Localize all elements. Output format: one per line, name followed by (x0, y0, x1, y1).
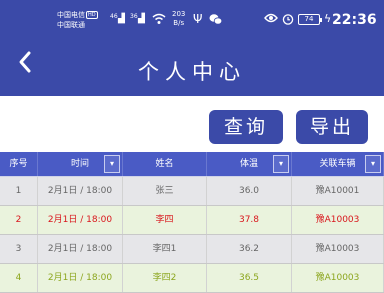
table-cell: 36.0 (207, 177, 292, 205)
carrier-2-name: 中国联通 (57, 21, 85, 29)
net-speed-unit: B/s (173, 19, 185, 27)
table-row[interactable]: 2 2月1日 / 18:00 李四 37.8 豫A10003 (0, 206, 384, 235)
column-header: 时间 ▾ (38, 152, 123, 176)
carrier-1-name: 中国电信 (57, 11, 85, 19)
net-speed: 203 B/s (172, 10, 185, 28)
table-cell: 豫A10003 (292, 206, 384, 234)
battery-indicator: 74 (298, 14, 322, 25)
app-screen: 中国电信 HD 中国联通 46 ▟ 36 ▟ 203 B/s Ψ 74 ϟ 22:… (0, 0, 384, 293)
dropdown-arrow-icon[interactable]: ▾ (365, 155, 381, 173)
column-header-label: 体温 (239, 159, 258, 169)
wechat-icon (209, 13, 223, 27)
table-cell: 豫A10001 (292, 177, 384, 205)
status-bar: 中国电信 HD 中国联通 46 ▟ 36 ▟ 203 B/s Ψ 74 ϟ 22:… (0, 0, 384, 36)
wifi-icon (152, 13, 166, 27)
table-cell: 2月1日 / 18:00 (38, 235, 123, 263)
table-cell: 1 (0, 177, 38, 205)
charging-icon: ϟ (324, 12, 332, 25)
net-speed-value: 203 (172, 10, 186, 18)
column-header-label: 姓名 (155, 159, 174, 169)
hd-badge: HD (86, 11, 98, 19)
table-row[interactable]: 4 2月1日 / 18:00 李四2 36.5 豫A10003 (0, 264, 384, 293)
table-cell: 2 (0, 206, 38, 234)
table-cell: 张三 (123, 177, 207, 205)
signal-2-label: 36 (130, 13, 138, 20)
table-cell: 李四2 (123, 264, 207, 292)
carrier-info: 中国电信 HD 中国联通 (57, 10, 98, 30)
signal-2-icon: ▟ (138, 14, 145, 24)
table-cell: 李四 (123, 206, 207, 234)
query-button[interactable]: 查询 (209, 110, 283, 144)
column-header: 体温 ▾ (207, 152, 292, 176)
status-time: 22:36 (332, 12, 377, 28)
dropdown-arrow-icon[interactable]: ▾ (273, 155, 289, 173)
title-bar: 个人中心 (0, 36, 384, 96)
signal-1-icon: ▟ (118, 14, 125, 24)
eye-icon (264, 13, 278, 25)
table-row[interactable]: 3 2月1日 / 18:00 李四1 36.2 豫A10003 (0, 235, 384, 264)
table-cell: 3 (0, 235, 38, 263)
table-cell: 2月1日 / 18:00 (38, 264, 123, 292)
table-row[interactable]: 1 2月1日 / 18:00 张三 36.0 豫A10001 (0, 177, 384, 206)
dropdown-arrow-icon[interactable]: ▾ (104, 155, 120, 173)
column-header: 序号 (0, 152, 38, 176)
usb-icon: Ψ (193, 12, 203, 26)
table-cell: 4 (0, 264, 38, 292)
table-cell: 36.2 (207, 235, 292, 263)
table-cell: 2月1日 / 18:00 (38, 206, 123, 234)
column-header: 姓名 (123, 152, 207, 176)
table-cell: 2月1日 / 18:00 (38, 177, 123, 205)
signal-1-label: 46 (110, 13, 118, 20)
column-header-label: 序号 (9, 159, 28, 169)
export-button[interactable]: 导出 (296, 110, 368, 144)
table-cell: 豫A10003 (292, 264, 384, 292)
table-cell: 36.5 (207, 264, 292, 292)
alarm-icon (282, 13, 294, 27)
page-title: 个人中心 (138, 60, 246, 84)
column-header: 关联车辆 ▾ (292, 152, 384, 176)
table-cell: 李四1 (123, 235, 207, 263)
column-header-label: 关联车辆 (319, 159, 356, 169)
table-cell: 豫A10003 (292, 235, 384, 263)
column-header-label: 时间 (70, 159, 89, 169)
records-table: 序号 时间 ▾ 姓名 体温 ▾ 关联车辆 ▾ 1 2月1日 / 18:00 张三 36… (0, 152, 384, 293)
table-cell: 37.8 (207, 206, 292, 234)
table-header: 序号 时间 ▾ 姓名 体温 ▾ 关联车辆 ▾ (0, 152, 384, 177)
